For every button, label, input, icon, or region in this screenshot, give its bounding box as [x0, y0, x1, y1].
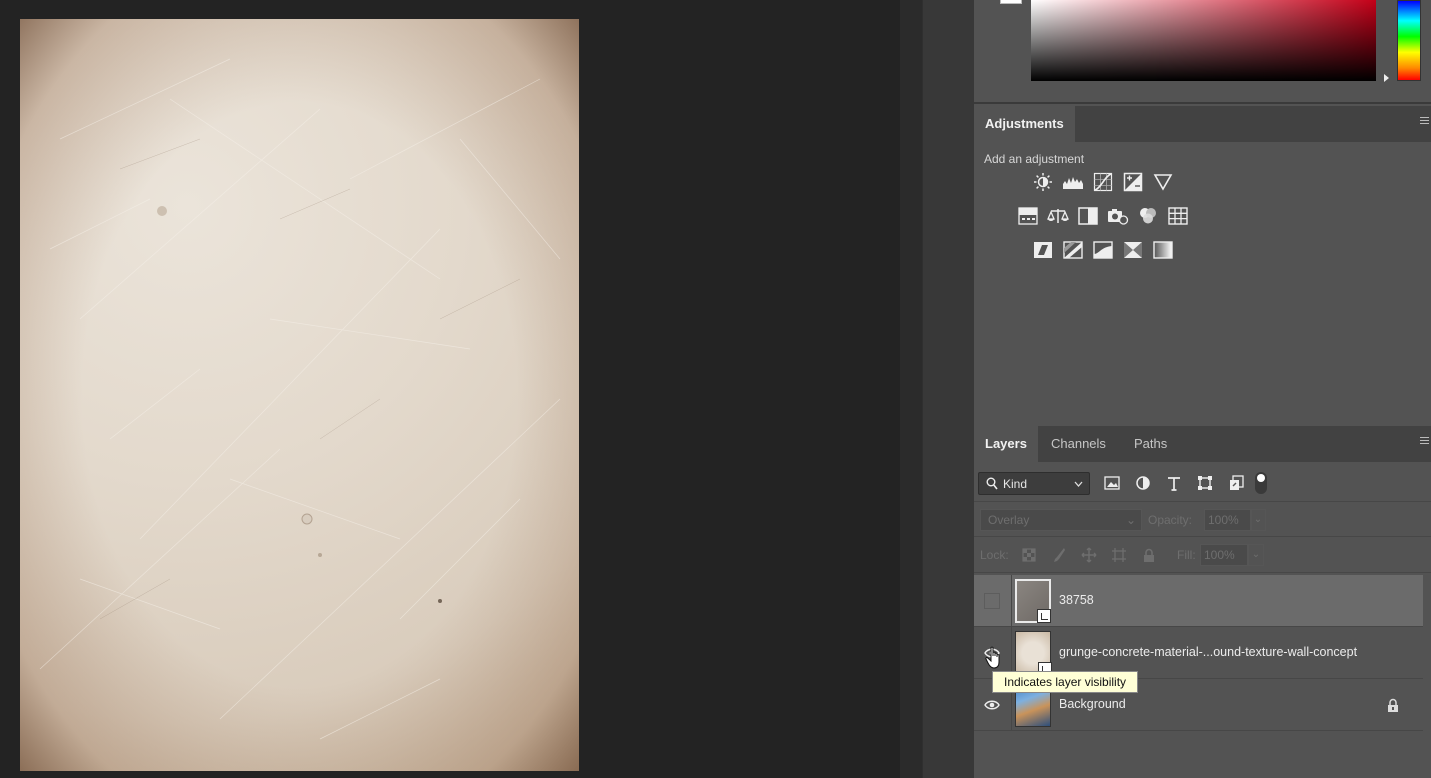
foreground-color-swatch[interactable]	[1000, 0, 1022, 4]
lock-all-icon[interactable]	[1138, 544, 1160, 566]
exposure-icon[interactable]	[1122, 171, 1144, 193]
lock-label: Lock:	[980, 548, 1009, 562]
lock-icon	[1387, 698, 1399, 718]
document-canvas[interactable]	[20, 19, 579, 771]
right-panel-dock: Adjustments Add an adjustment Layers Cha…	[974, 0, 1431, 778]
blend-mode-row: Overlay ⌄ Opacity: 100% ⌄	[974, 502, 1431, 537]
lock-icons	[1018, 544, 1160, 566]
color-picker-panel	[974, 0, 1431, 104]
adjustment-row-2	[1017, 205, 1189, 227]
gradient-map-icon[interactable]	[1152, 239, 1174, 261]
opacity-input[interactable]: 100%	[1204, 509, 1252, 531]
lock-image-pixels-icon[interactable]	[1048, 544, 1070, 566]
layers-panel-menu-icon[interactable]	[1420, 437, 1429, 447]
add-adjustment-label: Add an adjustment	[984, 152, 1085, 166]
brightness-contrast-icon[interactable]	[1032, 171, 1054, 193]
tab-adjustments[interactable]: Adjustments	[974, 106, 1075, 142]
fill-label: Fill:	[1177, 548, 1196, 562]
eye-icon[interactable]	[984, 697, 1000, 713]
color-balance-icon[interactable]	[1047, 205, 1069, 227]
lock-artboard-icon[interactable]	[1108, 544, 1130, 566]
shape-layer-filter-icon[interactable]	[1195, 472, 1215, 494]
blend-mode-value: Overlay	[988, 513, 1030, 527]
layer-thumbnail	[1015, 631, 1052, 676]
fill-input[interactable]: 100%	[1200, 544, 1248, 566]
levels-icon[interactable]	[1062, 171, 1084, 193]
threshold-icon[interactable]	[1092, 239, 1114, 261]
photo-filter-icon[interactable]	[1107, 205, 1129, 227]
tab-layers[interactable]: Layers	[974, 426, 1038, 462]
color-marker-icon	[1384, 74, 1389, 82]
grunge-texture-image	[39, 58, 561, 740]
adjustment-row-1	[1032, 171, 1174, 193]
curves-icon[interactable]	[1092, 171, 1114, 193]
adjustments-tabbar: Adjustments	[974, 106, 1431, 142]
lock-row: Lock: Fill: 100% ⌄	[974, 537, 1431, 573]
layer-filter-icons	[1102, 472, 1246, 494]
layer-row[interactable]: 38758	[974, 575, 1423, 627]
filter-kind-select[interactable]: Kind	[978, 472, 1090, 495]
layer-name: 38758	[1059, 593, 1094, 607]
invert-icon[interactable]	[1032, 239, 1054, 261]
panel-menu-icon[interactable]	[1420, 117, 1429, 127]
chevron-down-icon: ⌄	[1125, 513, 1136, 527]
layer-name: grunge-concrete-material-...ound-texture…	[1059, 645, 1358, 659]
fill-chevron-icon[interactable]: ⌄	[1248, 544, 1264, 566]
blend-mode-select[interactable]: Overlay ⌄	[980, 509, 1142, 531]
layers-empty-area	[974, 731, 1423, 778]
pixel-layer-filter-icon[interactable]	[1102, 472, 1122, 494]
opacity-label: Opacity:	[1148, 513, 1193, 527]
filter-kind-label: Kind	[1003, 477, 1028, 491]
color-saturation-field[interactable]	[1031, 0, 1376, 81]
smart-object-badge-icon	[1037, 609, 1051, 623]
photoshop-window: Adjustments Add an adjustment Layers Cha…	[0, 0, 1431, 778]
chevron-down-icon	[1074, 478, 1083, 493]
layers-tabbar: Layers Channels Paths	[974, 426, 1431, 462]
opacity-chevron-icon[interactable]: ⌄	[1250, 509, 1266, 531]
layer-row-divider	[1011, 575, 1012, 627]
vibrance-icon[interactable]	[1152, 171, 1174, 193]
layer-name: Background	[1059, 697, 1126, 711]
search-icon	[986, 477, 998, 493]
layer-thumbnail	[1015, 579, 1051, 623]
adjustment-layer-filter-icon[interactable]	[1133, 472, 1153, 494]
panel-dock-strip	[922, 0, 974, 778]
lock-position-icon[interactable]	[1078, 544, 1100, 566]
smart-object-filter-icon[interactable]	[1226, 472, 1246, 494]
adjustment-row-3	[1032, 239, 1174, 261]
adjustments-panel: Add an adjustment	[974, 144, 1431, 424]
canvas-area[interactable]	[0, 0, 900, 778]
hue-slider[interactable]	[1397, 0, 1421, 81]
hue-saturation-icon[interactable]	[1017, 205, 1039, 227]
posterize-icon[interactable]	[1062, 239, 1084, 261]
color-lookup-icon[interactable]	[1167, 205, 1189, 227]
canvas-scroll-gutter	[900, 0, 922, 778]
type-layer-filter-icon[interactable]	[1164, 472, 1184, 494]
selective-color-icon[interactable]	[1122, 239, 1144, 261]
hand-pointer-icon	[985, 646, 1005, 675]
tab-paths[interactable]: Paths	[1123, 426, 1178, 462]
visibility-tooltip: Indicates layer visibility	[992, 671, 1139, 693]
channel-mixer-icon[interactable]	[1137, 205, 1159, 227]
visibility-toggle-empty[interactable]	[984, 593, 1000, 609]
lock-transparent-pixels-icon[interactable]	[1018, 544, 1040, 566]
filter-toggle-switch[interactable]	[1255, 472, 1267, 494]
black-white-icon[interactable]	[1077, 205, 1099, 227]
tab-channels[interactable]: Channels	[1040, 426, 1117, 462]
layer-filter-bar: Kind	[974, 466, 1431, 502]
